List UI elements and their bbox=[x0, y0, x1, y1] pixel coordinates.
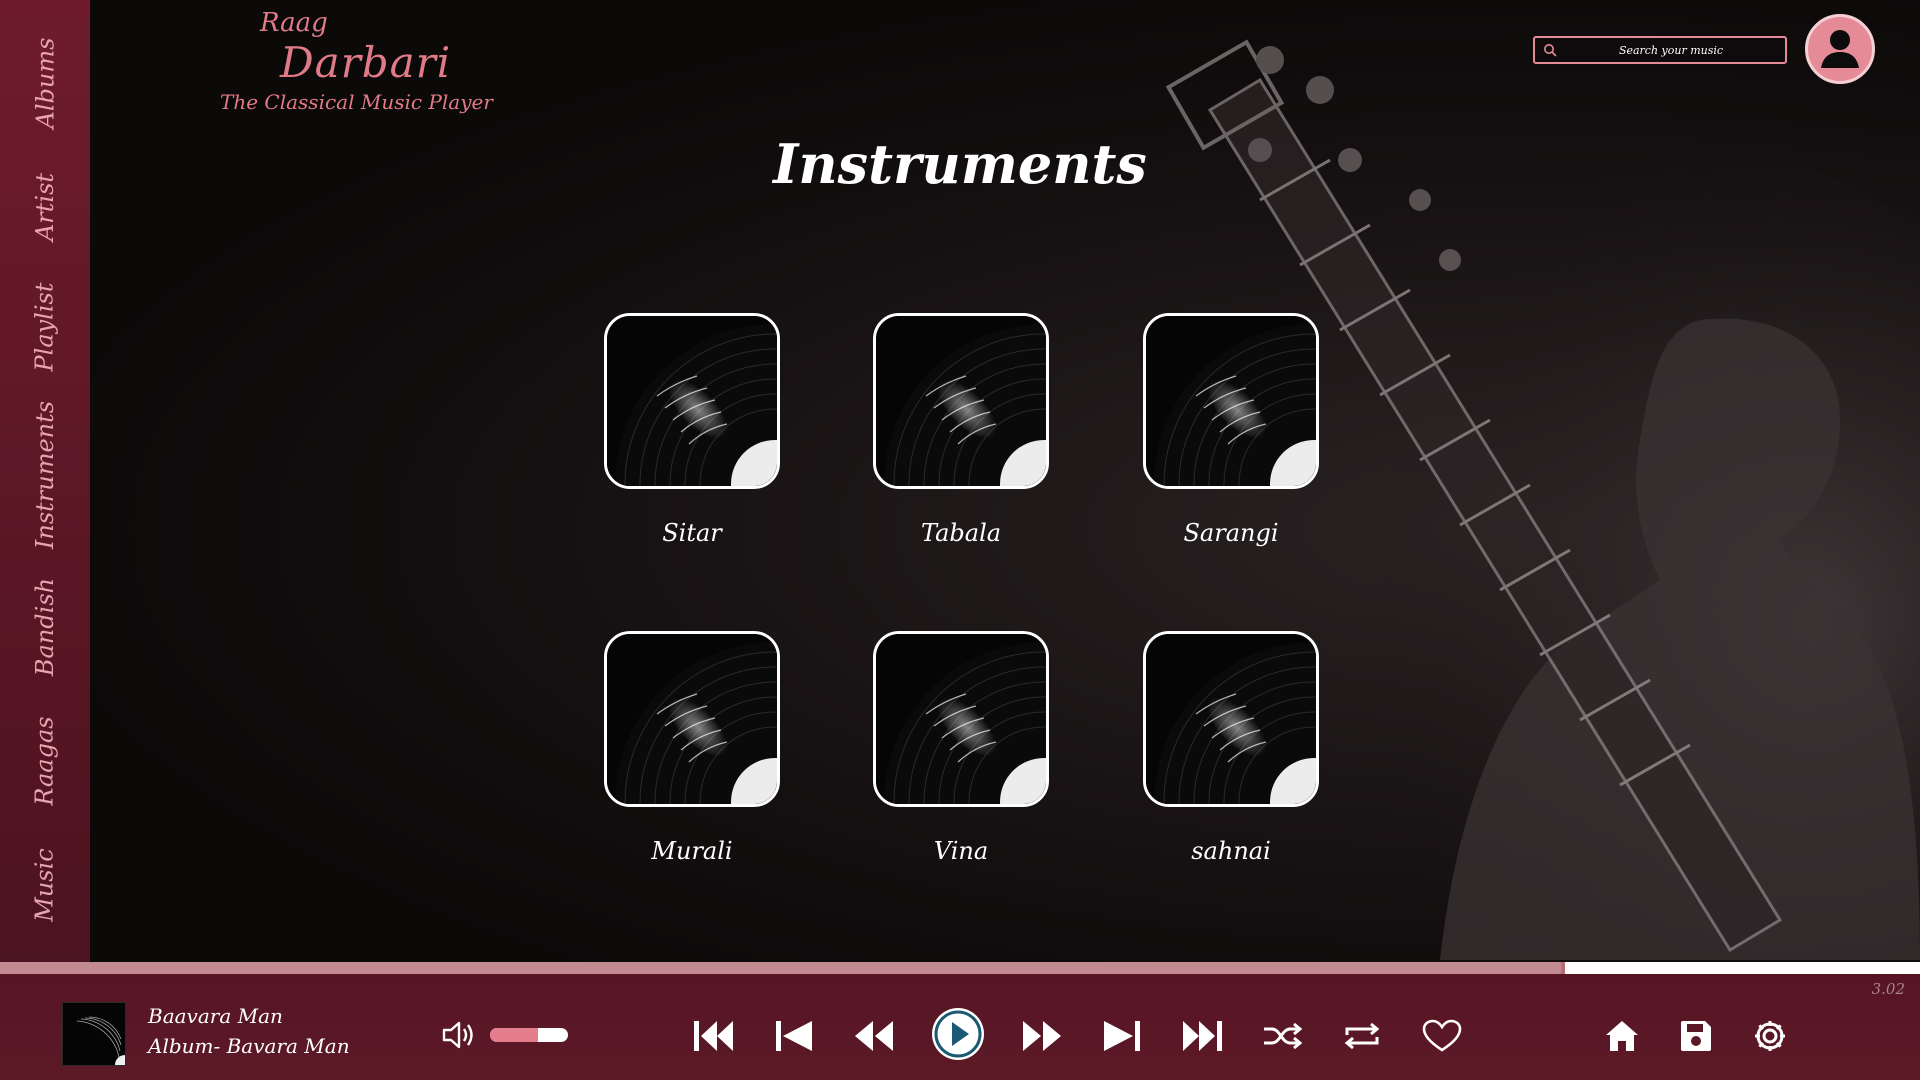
instrument-label: sahnai bbox=[1191, 837, 1271, 865]
skip-to-end-button[interactable] bbox=[1180, 1014, 1224, 1058]
now-playing-thumbnail[interactable] bbox=[62, 1002, 126, 1066]
vinyl-record-icon bbox=[607, 316, 777, 486]
skip-to-start-icon bbox=[694, 1021, 733, 1051]
next-track-button[interactable] bbox=[1100, 1014, 1144, 1058]
profile-avatar[interactable] bbox=[1805, 14, 1875, 84]
play-button[interactable] bbox=[932, 1008, 984, 1060]
instrument-artwork bbox=[1143, 631, 1319, 807]
logo-text-darbari: Darbari bbox=[280, 38, 452, 87]
favorite-button[interactable] bbox=[1420, 1014, 1464, 1058]
repeat-icon bbox=[1344, 1022, 1380, 1050]
song-title: Baavara Man bbox=[148, 1004, 283, 1028]
fast-forward-button[interactable] bbox=[1020, 1014, 1064, 1058]
playback-progress-bar[interactable] bbox=[0, 962, 1920, 974]
instrument-label: Sitar bbox=[662, 519, 722, 547]
play-icon bbox=[934, 1010, 982, 1058]
search-icon bbox=[1544, 44, 1557, 57]
instrument-artwork bbox=[604, 631, 780, 807]
user-icon bbox=[1821, 30, 1859, 68]
settings-icon bbox=[1755, 1021, 1785, 1051]
player-bar: 3.02 Baavara Man Album- Bavara Man bbox=[0, 974, 1920, 1080]
instrument-card-sahnai[interactable]: sahnai bbox=[1143, 631, 1319, 865]
vinyl-record-icon bbox=[876, 634, 1046, 804]
instrument-label: Vina bbox=[933, 837, 989, 865]
sidebar-item-label: Artist bbox=[31, 172, 59, 242]
skip-to-start-button[interactable] bbox=[692, 1014, 736, 1058]
volume-slider[interactable] bbox=[490, 1028, 568, 1042]
heart-icon bbox=[1422, 1019, 1462, 1052]
instrument-label: Tabala bbox=[920, 519, 1002, 547]
save-icon bbox=[1681, 1021, 1711, 1051]
instrument-artwork bbox=[873, 631, 1049, 807]
song-album: Album- Bavara Man bbox=[148, 1034, 350, 1058]
progress-fill bbox=[0, 962, 1565, 974]
instrument-card-murali[interactable]: Murali bbox=[604, 631, 780, 865]
sidebar-item-label: Raagas bbox=[30, 716, 59, 806]
sidebar-item-label: Instruments bbox=[31, 400, 59, 550]
volume-icon[interactable] bbox=[440, 1016, 478, 1054]
sidebar-item-albums[interactable]: Albums bbox=[0, 28, 90, 138]
rewind-button[interactable] bbox=[852, 1014, 896, 1058]
home-button[interactable] bbox=[1600, 1014, 1644, 1058]
sidebar-item-label: Playlist bbox=[30, 282, 59, 372]
logo-tagline: The Classical Music Player bbox=[220, 90, 493, 114]
sidebar-item-instruments[interactable]: Instruments bbox=[0, 401, 90, 549]
instrument-label: Sarangi bbox=[1183, 519, 1279, 547]
previous-track-button[interactable] bbox=[772, 1014, 816, 1058]
instrument-card-sitar[interactable]: Sitar bbox=[604, 313, 780, 547]
elapsed-time: 3.02 bbox=[1871, 980, 1905, 998]
instrument-artwork bbox=[1143, 313, 1319, 489]
next-track-icon bbox=[1104, 1021, 1140, 1051]
app-logo[interactable]: Raag Darbari The Classical Music Player bbox=[220, 8, 493, 118]
settings-button[interactable] bbox=[1748, 1014, 1792, 1058]
vinyl-record-icon bbox=[876, 316, 1046, 486]
save-button[interactable] bbox=[1674, 1014, 1718, 1058]
volume-fill bbox=[490, 1028, 539, 1042]
logo-text-raag: Raag bbox=[260, 8, 328, 38]
sidebar-item-label: Albums bbox=[31, 37, 59, 129]
sidebar-item-bandish[interactable]: Bandish bbox=[0, 572, 90, 682]
sidebar-item-music[interactable]: Music bbox=[0, 830, 90, 940]
instrument-artwork bbox=[873, 313, 1049, 489]
instrument-card-sarangi[interactable]: Sarangi bbox=[1143, 313, 1319, 547]
instrument-card-vina[interactable]: Vina bbox=[873, 631, 1049, 865]
search-bar[interactable] bbox=[1533, 36, 1787, 64]
shuffle-icon bbox=[1264, 1022, 1302, 1050]
home-icon bbox=[1606, 1021, 1638, 1051]
sidebar: Albums Artist Playlist Instruments Bandi… bbox=[0, 0, 90, 962]
instrument-card-tabala[interactable]: Tabala bbox=[873, 313, 1049, 547]
rewind-icon bbox=[855, 1021, 893, 1051]
instrument-artwork bbox=[604, 313, 780, 489]
sidebar-item-label: Music bbox=[31, 848, 59, 922]
vinyl-record-icon bbox=[1146, 316, 1316, 486]
instrument-label: Murali bbox=[651, 837, 733, 865]
sidebar-item-label: Bandish bbox=[31, 577, 59, 677]
sidebar-item-artist[interactable]: Artist bbox=[0, 152, 90, 262]
fast-forward-icon bbox=[1023, 1021, 1061, 1051]
sidebar-item-raagas[interactable]: Raagas bbox=[0, 706, 90, 816]
skip-to-end-icon bbox=[1183, 1021, 1222, 1051]
vinyl-record-icon bbox=[63, 1003, 125, 1065]
repeat-button[interactable] bbox=[1340, 1014, 1384, 1058]
search-input[interactable] bbox=[1557, 43, 1785, 57]
sidebar-item-playlist[interactable]: Playlist bbox=[0, 272, 90, 382]
vinyl-record-icon bbox=[607, 634, 777, 804]
vinyl-record-icon bbox=[1146, 634, 1316, 804]
previous-track-icon bbox=[776, 1021, 812, 1051]
shuffle-button[interactable] bbox=[1260, 1014, 1304, 1058]
